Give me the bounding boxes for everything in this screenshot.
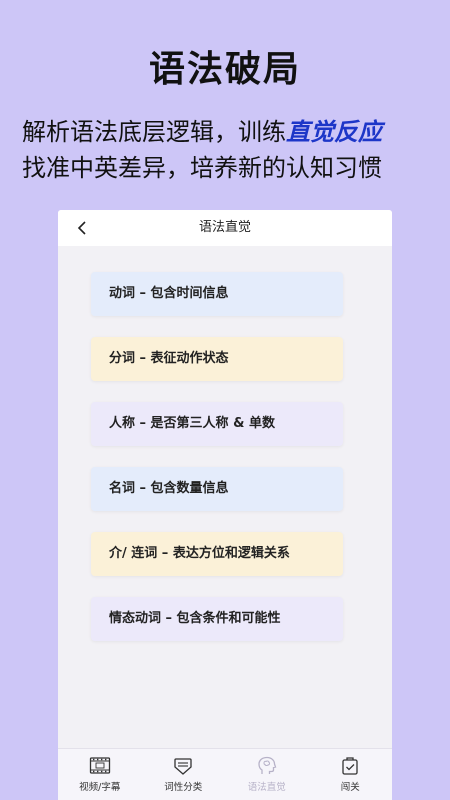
tab-label: 词性分类 xyxy=(164,782,203,793)
promo-line-2: 找准中英差异，培养新的认知习惯 xyxy=(22,154,382,182)
grammar-card-participle[interactable]: 分词 – 表征动作状态 xyxy=(91,337,343,381)
promo-headline: 语法破局 xyxy=(148,49,301,90)
video-subtitle-icon xyxy=(89,757,110,774)
top-bar: 语法直觉 xyxy=(58,210,392,246)
bottom-tab-bar: 视频/字幕 词性分类 语法直觉 闯关 xyxy=(58,748,392,800)
tab-label: 语法直觉 xyxy=(247,782,286,793)
back-icon[interactable] xyxy=(74,218,92,238)
tab-word-class[interactable]: 词性分类 xyxy=(142,749,226,800)
grammar-card-modal-verb[interactable]: 情态动词 – 包含条件和可能性 xyxy=(91,597,343,641)
tab-grammar-intuition[interactable]: 语法直觉 xyxy=(225,749,309,800)
screen-title: 语法直觉 xyxy=(198,220,251,235)
level-check-icon xyxy=(342,757,358,775)
grammar-card-person[interactable]: 人称 – 是否第三人称 & 单数 xyxy=(91,402,343,446)
head-icon xyxy=(258,756,277,774)
tab-video-subtitle[interactable]: 视频/字幕 xyxy=(58,749,142,800)
tab-label: 视频/字幕 xyxy=(79,782,121,793)
app-screen: 语法直觉 动词 – 包含时间信息 分词 – 表征动作状态 人称 – 是否第三人称… xyxy=(58,210,392,800)
promo-line-1-text: 解析语法底层逻辑，训练 xyxy=(22,118,286,146)
tab-level-check[interactable]: 闯关 xyxy=(309,749,393,800)
promo-line-1: 解析语法底层逻辑，训练直觉反应 xyxy=(22,112,382,147)
grammar-card-verb[interactable]: 动词 – 包含时间信息 xyxy=(91,272,343,316)
word-class-icon xyxy=(174,758,192,775)
tab-label: 闯关 xyxy=(340,782,360,793)
grammar-card-noun[interactable]: 名词 – 包含数量信息 xyxy=(91,467,343,511)
promo-line-1-accent: 直觉反应 xyxy=(286,117,382,146)
grammar-card-preposition-conjunction[interactable]: 介/ 连词 – 表达方位和逻辑关系 xyxy=(91,532,343,576)
